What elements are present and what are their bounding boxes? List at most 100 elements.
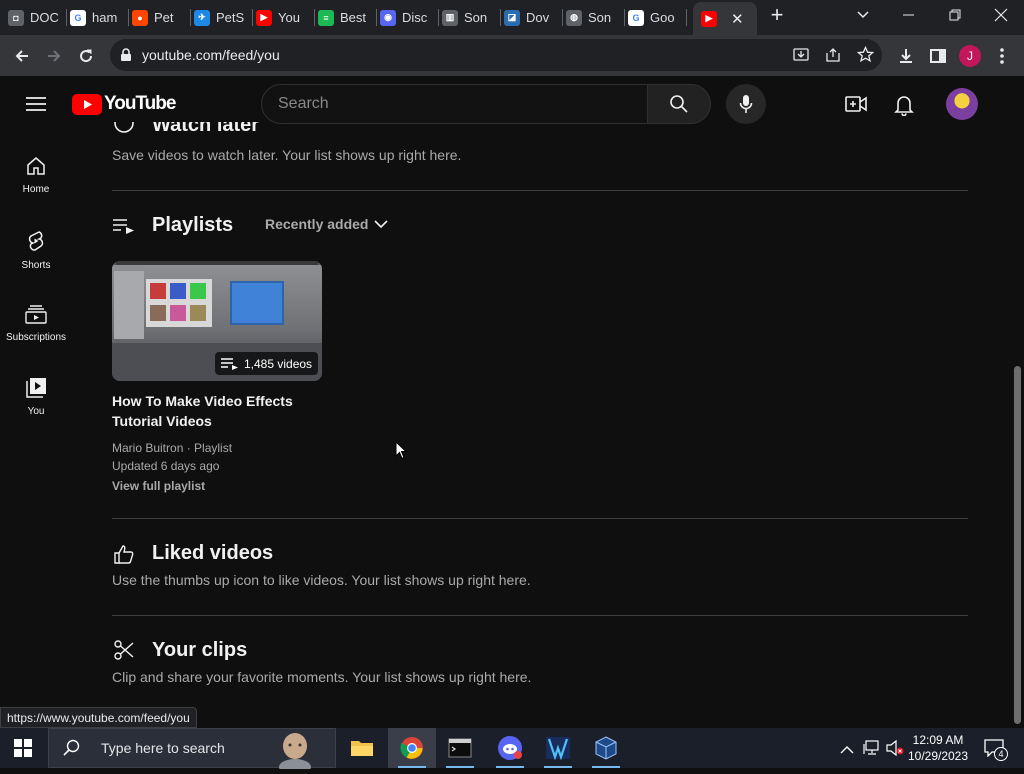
youtube-logo[interactable]: YouTube [72, 93, 176, 115]
browser-tab[interactable]: ● Pet [132, 4, 188, 31]
browser-tab[interactable]: ◉ Disc [380, 4, 436, 31]
thumbs-up-icon [114, 544, 134, 569]
account-avatar[interactable] [946, 88, 978, 120]
share-icon[interactable] [825, 47, 841, 68]
playlist-badge-icon [221, 357, 238, 370]
voice-search-button[interactable] [726, 84, 766, 124]
your-clips-description: Clip and share your favorite moments. Yo… [112, 669, 532, 685]
browser-tab[interactable]: ✈ PetS [194, 4, 250, 31]
browser-tab[interactable]: Gham [70, 4, 126, 31]
close-window-button[interactable] [992, 6, 1010, 24]
browser-tab[interactable]: ▶ You [256, 4, 312, 31]
browser-tab[interactable]: ▥ Son [442, 4, 498, 31]
tab-favicon-icon: ▶ [256, 9, 272, 26]
notifications-button[interactable] [894, 94, 914, 121]
network-icon[interactable] [863, 740, 881, 761]
taskbar-chrome[interactable] [388, 728, 436, 768]
playlist-thumbnail[interactable]: 1,485 videos [112, 261, 322, 381]
minimize-window-button[interactable] [900, 6, 918, 24]
tab-label: You [278, 10, 300, 25]
tab-favicon-icon: ▥ [442, 9, 458, 26]
browser-tab[interactable]: ◘ DOC [8, 4, 64, 31]
windows-taskbar: Type here to search 12:09 AM 10/29/2023 [0, 728, 1024, 774]
sidebar-item-shorts[interactable]: Shorts [0, 216, 72, 290]
tab-favicon-icon: ◪ [504, 9, 520, 26]
tab-separator [438, 9, 439, 26]
search-input[interactable]: Search [261, 84, 648, 124]
taskbar-terminal[interactable] [436, 728, 484, 768]
create-video-icon [845, 96, 867, 112]
tab-youtube-active[interactable]: ▶ ✕ [693, 2, 757, 35]
browser-tab[interactable]: ◍ Son [566, 4, 622, 31]
sort-dropdown[interactable]: Recently added [265, 216, 389, 232]
url-text[interactable]: youtube.com/feed/you [142, 47, 280, 63]
browser-menu-icon[interactable] [989, 43, 1015, 69]
side-panel-icon[interactable] [925, 43, 951, 69]
reload-button[interactable] [73, 43, 99, 69]
install-app-icon[interactable] [793, 47, 809, 68]
windows-start-button[interactable] [14, 739, 32, 762]
sidebar-item-label: Shorts [21, 260, 51, 271]
forward-button[interactable] [41, 43, 67, 69]
youtube-play-logo-icon [72, 93, 102, 115]
tab-close-icon[interactable]: ✕ [731, 10, 744, 28]
lock-icon[interactable] [120, 48, 132, 67]
create-video-button[interactable] [845, 94, 867, 119]
clock-date: 10/29/2023 [907, 749, 969, 763]
action-center-button[interactable]: 4 [984, 739, 1008, 762]
thumbnail-left-panel [114, 271, 144, 339]
terminal-icon [448, 738, 472, 758]
new-tab-button[interactable]: + [766, 4, 788, 27]
playlists-title[interactable]: Playlists [152, 214, 233, 237]
playlist-channel-meta[interactable]: Mario Buitron · Playlist [112, 441, 232, 455]
watch-later-title[interactable]: Watch later [152, 122, 259, 136]
browser-tab[interactable]: ≡ Best [318, 4, 374, 31]
tab-separator [66, 9, 67, 26]
page-scrollbar-thumb[interactable] [1014, 366, 1021, 724]
watch-later-description: Save videos to watch later. Your list sh… [112, 147, 462, 163]
browser-tab[interactable]: G Goo [628, 4, 684, 31]
sidebar-item-subscriptions[interactable]: Subscriptions [0, 290, 72, 364]
tab-separator [252, 9, 253, 26]
liked-videos-title[interactable]: Liked videos [152, 542, 273, 565]
your-clips-title[interactable]: Your clips [152, 639, 247, 662]
chrome-icon [400, 737, 423, 759]
sidebar-item-label: Home [22, 184, 50, 195]
back-button[interactable] [9, 43, 35, 69]
playlist-title[interactable]: How To Make Video Effects Tutorial Video… [112, 391, 322, 431]
browser-tab[interactable]: ◪ Dov [504, 4, 560, 31]
browser-tab-strip: ◘ DOC Gham ● Pet ✈ PetS ▶ You ≡ Best ◉ Disc ▥ Son ◪ Dov ◍… [0, 0, 1024, 35]
restore-window-button[interactable] [946, 6, 964, 24]
sort-dropdown-label: Recently added [265, 216, 369, 232]
tab-favicon-icon: G [70, 9, 86, 26]
tab-separator [314, 9, 315, 26]
tab-label: PetS [216, 10, 245, 25]
scissors-icon [114, 640, 134, 665]
clock[interactable]: 12:09 AM 10/29/2023 [906, 732, 970, 764]
thumbnail-swatches [146, 279, 212, 327]
sidebar-item-you[interactable]: You [0, 364, 72, 438]
video-count-badge: 1,485 videos [215, 352, 319, 375]
taskbar-search-box[interactable]: Type here to search [48, 728, 336, 774]
youtube-favicon-icon: ▶ [701, 10, 717, 27]
taskbar-virtualbox[interactable] [582, 728, 630, 768]
tab-search-icon[interactable] [855, 6, 871, 22]
microphone-icon [739, 95, 753, 113]
show-hidden-icons-button[interactable] [840, 742, 854, 760]
view-full-playlist-link[interactable]: View full playlist [112, 479, 205, 493]
sidebar-item-home[interactable]: Home [0, 142, 72, 216]
watch-later-icon [113, 122, 135, 136]
volume-muted-icon[interactable] [886, 739, 904, 761]
hamburger-menu-icon[interactable] [26, 96, 46, 117]
tab-label: Disc [402, 10, 428, 25]
tab-favicon-icon: ◘ [8, 9, 24, 26]
profile-avatar[interactable]: J [957, 43, 983, 69]
taskbar-discord[interactable] [486, 728, 534, 768]
shorts-icon [28, 231, 44, 251]
address-bar[interactable]: youtube.com/feed/you [110, 39, 882, 71]
bookmark-star-icon[interactable] [856, 45, 875, 68]
taskbar-file-explorer[interactable] [338, 728, 386, 768]
search-button[interactable] [647, 84, 711, 124]
downloads-icon[interactable] [893, 43, 919, 69]
taskbar-video-editor[interactable] [534, 728, 582, 768]
